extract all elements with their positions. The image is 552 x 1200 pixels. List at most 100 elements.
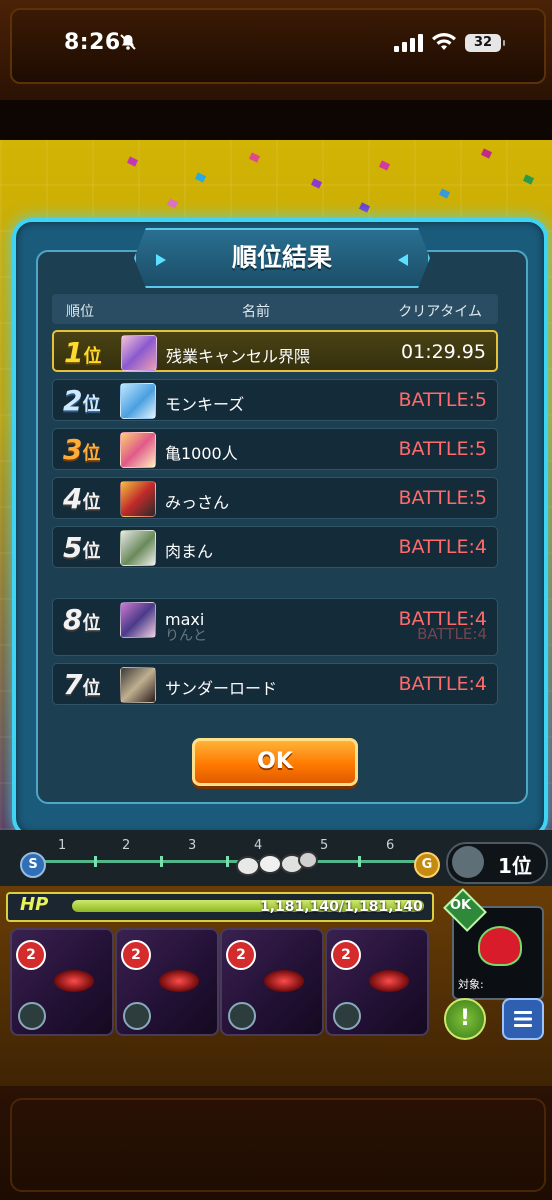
- rank-suffix: 位: [82, 613, 100, 634]
- stage-number: 3: [188, 838, 197, 853]
- confetti: [126, 156, 139, 167]
- hp-label: HP: [20, 894, 49, 915]
- monster-card[interactable]: 2: [115, 928, 219, 1036]
- confetti: [522, 174, 535, 185]
- rank-label: 1位: [64, 336, 101, 369]
- ranking-row-animating: 8位 maxi りんと BATTLE:4 BATTLE:4: [52, 598, 498, 656]
- target-label: 対象:: [458, 978, 484, 991]
- clear-time: BATTLE:4: [398, 673, 487, 695]
- wifi-icon: [432, 33, 456, 50]
- bottom-frame: [10, 1098, 546, 1192]
- player-name: 残業キャンセル界隈: [166, 347, 311, 366]
- clear-time: 01:29.95: [401, 341, 486, 363]
- ranking-table-header: 順位 名前 クリアタイム: [52, 294, 498, 324]
- rank-label: 5位: [63, 531, 100, 564]
- monster-eye-icon: [54, 970, 94, 992]
- dialog-title: 順位結果: [231, 243, 332, 272]
- menu-button[interactable]: [502, 998, 544, 1040]
- rank-number: 2: [63, 384, 83, 417]
- rank-suffix: 位: [82, 541, 100, 562]
- player-name: 亀1000人: [165, 444, 238, 463]
- item-ok-label: OK: [450, 898, 472, 913]
- rank-label: 8位: [63, 603, 100, 636]
- header-clear-time: クリアタイム: [398, 304, 482, 320]
- arrow-left-icon: [398, 254, 408, 266]
- turn-count: 2: [121, 940, 151, 970]
- heart-item-icon: [478, 926, 522, 966]
- rank-number: 8: [63, 603, 83, 636]
- confetti: [310, 178, 323, 189]
- stage-number: 1: [58, 838, 67, 853]
- status-bar: 8:26 32: [0, 0, 552, 100]
- ranking-row: 3位 亀1000人 BATTLE:5: [52, 428, 498, 470]
- monster-eye-icon: [159, 970, 199, 992]
- bottom-panel: [0, 1086, 552, 1200]
- ok-button[interactable]: OK: [192, 738, 358, 786]
- bell-muted-icon: [120, 34, 136, 50]
- ranking-row: 4位 みっさん BATTLE:5: [52, 477, 498, 519]
- gear-icon: [18, 1002, 46, 1030]
- player-name: 肉まん: [165, 542, 214, 561]
- player-avatar: [120, 667, 156, 703]
- rank-number: 3: [63, 433, 83, 466]
- monster-eye-icon: [369, 970, 409, 992]
- dialog-title-bar: 順位結果: [134, 228, 430, 288]
- rank-label: 2位: [63, 384, 100, 417]
- turn-count: 2: [16, 940, 46, 970]
- alert-button[interactable]: !: [444, 998, 486, 1040]
- turn-count: 2: [226, 940, 256, 970]
- gear-icon: [333, 1002, 361, 1030]
- track-line: [40, 860, 420, 863]
- player-avatar: [120, 530, 156, 566]
- trophy-icon: [452, 846, 484, 878]
- current-rank-badge: 1位: [446, 842, 548, 884]
- clear-time: BATTLE:5: [398, 389, 487, 411]
- player-avatar: [120, 602, 156, 638]
- ranking-row: 7位 サンダーロード BATTLE:4: [52, 663, 498, 705]
- ranking-row: 2位 モンキーズ BATTLE:5: [52, 379, 498, 421]
- header-rank: 順位: [66, 304, 94, 320]
- confetti: [358, 202, 371, 213]
- track-tick: [160, 856, 163, 867]
- hp-value: 1,181,140/1,181,140: [260, 899, 423, 915]
- battery-indicator: 32: [465, 34, 505, 52]
- confetti: [480, 148, 493, 159]
- monster-card[interactable]: 2: [325, 928, 429, 1036]
- stage-number: 5: [320, 838, 329, 853]
- confetti: [166, 198, 179, 209]
- goal-marker: G: [414, 852, 440, 878]
- ranking-row: 5位 肉まん BATTLE:4: [52, 526, 498, 568]
- player-name-ghost: りんと: [165, 628, 207, 644]
- rank-label: 7位: [63, 668, 100, 701]
- player-name: モンキーズ: [165, 395, 245, 414]
- team-markers-icon: [236, 851, 318, 876]
- cell-signal-icon: [394, 34, 423, 52]
- gear-icon: [123, 1002, 151, 1030]
- header-name: 名前: [242, 304, 270, 320]
- gear-icon: [228, 1002, 256, 1030]
- player-avatar: [121, 335, 157, 371]
- hp-bar: HP 1,181,140/1,181,140: [6, 892, 434, 922]
- track-tick: [226, 856, 229, 867]
- stage-number: 2: [122, 838, 131, 853]
- confetti: [378, 160, 391, 171]
- rank-number: 7: [63, 668, 83, 701]
- start-marker: S: [20, 852, 46, 878]
- player-name: みっさん: [165, 493, 230, 512]
- rank-suffix: 位: [82, 492, 100, 513]
- monster-card[interactable]: 2: [220, 928, 324, 1036]
- rank-number: 4: [63, 482, 83, 515]
- monster-cards: 2 2 2 2: [10, 928, 430, 1038]
- stage-number: 6: [386, 838, 395, 853]
- clear-time: BATTLE:5: [398, 487, 487, 509]
- monster-card[interactable]: 2: [10, 928, 114, 1036]
- rank-suffix: 位: [82, 678, 100, 699]
- turn-count: 2: [331, 940, 361, 970]
- track-tick: [94, 856, 97, 867]
- confetti: [194, 172, 207, 183]
- confetti: [438, 188, 451, 199]
- top-shadow: [0, 100, 552, 140]
- player-avatar: [120, 481, 156, 517]
- clear-time-ghost: BATTLE:4: [417, 625, 487, 643]
- item-slot[interactable]: OK 対象:: [443, 888, 544, 1000]
